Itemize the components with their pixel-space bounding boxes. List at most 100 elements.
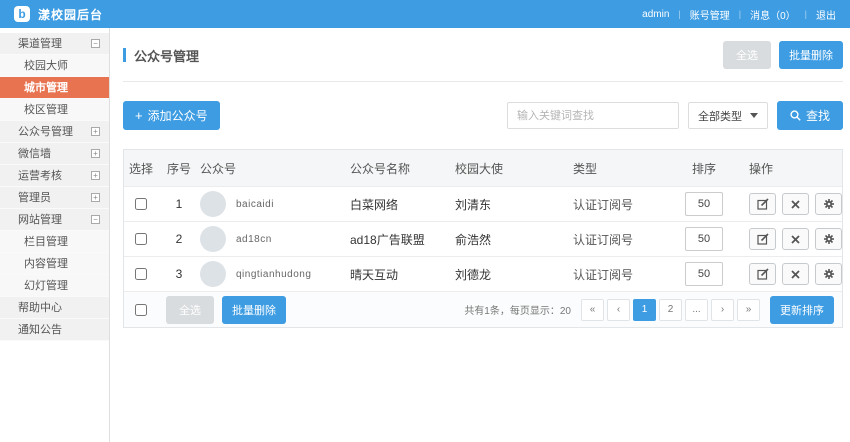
page-header-actions: 全选 批量删除 (723, 41, 843, 69)
sidebar-item-website-management[interactable]: 网站管理 − (0, 209, 109, 231)
settings-button[interactable] (815, 193, 842, 215)
table-toolbar: + 添加公众号 全部类型 查找 (123, 101, 843, 130)
page-header: 公众号管理 全选 批量删除 (123, 41, 843, 69)
pagination-page-2[interactable]: 2 (659, 299, 682, 321)
delete-button[interactable] (782, 193, 809, 215)
sort-order-input[interactable] (685, 262, 723, 286)
row-checkbox[interactable] (135, 268, 147, 280)
update-sort-button[interactable]: 更新排序 (770, 296, 834, 324)
edit-icon (757, 198, 769, 210)
expand-icon[interactable]: + (91, 127, 100, 136)
sidebar-item-wechat-wall[interactable]: 微信墙 + (0, 143, 109, 165)
search-button-label: 查找 (806, 107, 830, 124)
keyword-search-input[interactable] (507, 102, 679, 129)
expand-icon[interactable]: + (91, 171, 100, 180)
type-filter-value: 全部类型 (698, 108, 742, 124)
table-header-row: 选择 序号 公众号 公众号名称 校园大使 类型 排序 操作 (124, 150, 842, 186)
sidebar-item-label: 校区管理 (24, 104, 68, 116)
separator: | (678, 9, 680, 19)
collapse-icon[interactable]: − (91, 39, 100, 48)
close-icon (791, 200, 800, 209)
pagination-next[interactable]: › (711, 299, 734, 321)
table-row: 1 baicaidi 白菜网络 刘清东 认证订阅号 (124, 186, 842, 221)
pagination-ellipsis[interactable]: ... (685, 299, 708, 321)
select-all-button[interactable]: 全选 (723, 41, 771, 69)
type-filter-select[interactable]: 全部类型 (688, 102, 768, 129)
settings-button[interactable] (815, 263, 842, 285)
sidebar-item-campus-master[interactable]: 校园大师 (0, 55, 109, 77)
sidebar-item-administrators[interactable]: 管理员 + (0, 187, 109, 209)
sidebar-item-announcements[interactable]: 通知公告 (0, 319, 109, 341)
user-name[interactable]: admin (642, 9, 669, 20)
plus-icon: + (135, 111, 143, 121)
footer-bulk-actions: 全选 批量删除 (124, 296, 286, 324)
account-id: ad18cn (236, 234, 272, 245)
header-index: 序号 (158, 160, 200, 177)
separator: | (739, 9, 741, 19)
select-all-checkbox[interactable] (135, 304, 147, 316)
pagination-page-1[interactable]: 1 (633, 299, 656, 321)
settings-button[interactable] (815, 228, 842, 250)
top-bar: b 漾校园后台 admin | 账号管理 | 消息（0） | 退出 (0, 0, 850, 28)
row-checkbox[interactable] (135, 233, 147, 245)
sidebar-item-official-account-management[interactable]: 公众号管理 + (0, 121, 109, 143)
sidebar-item-label: 城市管理 (24, 82, 68, 94)
header-divider (123, 81, 843, 82)
sidebar-item-label: 微信墙 (18, 148, 51, 160)
search-button[interactable]: 查找 (777, 101, 843, 130)
footer-pagination-area: 共有1条，每页显示：20 « ‹ 1 2 ... › » 更新排序 (464, 296, 834, 324)
delete-button[interactable] (782, 263, 809, 285)
expand-icon[interactable]: + (91, 193, 100, 202)
sidebar-item-label: 校园大师 (24, 60, 68, 72)
pagination-last[interactable]: » (737, 299, 760, 321)
header-account-name: 公众号名称 (350, 160, 455, 177)
edit-button[interactable] (749, 263, 776, 285)
sidebar-item-city-management[interactable]: 城市管理 (0, 77, 109, 99)
gear-icon (823, 233, 835, 245)
gear-icon (823, 268, 835, 280)
delete-button[interactable] (782, 228, 809, 250)
accounts-table: 选择 序号 公众号 公众号名称 校园大使 类型 排序 操作 1 baicaidi… (123, 149, 843, 328)
sidebar-item-label: 内容管理 (24, 258, 68, 270)
account-management-link[interactable]: 账号管理 (690, 7, 730, 22)
sidebar-item-slideshow-management[interactable]: 幻灯管理 (0, 275, 109, 297)
account-type: 认证订阅号 (573, 231, 673, 248)
logout-link[interactable]: 退出 (816, 7, 836, 22)
add-button-label: 添加公众号 (148, 107, 208, 124)
add-official-account-button[interactable]: + 添加公众号 (123, 101, 220, 130)
sidebar-item-help-center[interactable]: 帮助中心 (0, 297, 109, 319)
sort-order-input[interactable] (685, 227, 723, 251)
account-type: 认证订阅号 (573, 196, 673, 213)
edit-button[interactable] (749, 193, 776, 215)
row-checkbox[interactable] (135, 198, 147, 210)
batch-delete-button[interactable]: 批量删除 (779, 41, 843, 69)
table-row: 3 qingtianhudong 晴天互动 刘德龙 认证订阅号 (124, 256, 842, 291)
ambassador-name: 刘德龙 (455, 266, 573, 283)
edit-button[interactable] (749, 228, 776, 250)
header-select: 选择 (124, 160, 158, 177)
sort-order-input[interactable] (685, 192, 723, 216)
header-actions: 操作 (735, 160, 842, 177)
pagination-prev[interactable]: ‹ (607, 299, 630, 321)
messages-link[interactable]: 消息（0） (750, 7, 796, 22)
app-logo-icon: b (14, 6, 30, 22)
account-avatar (200, 226, 226, 252)
sidebar-item-column-management[interactable]: 栏目管理 (0, 231, 109, 253)
topbar-user-area: admin | 账号管理 | 消息（0） | 退出 (642, 7, 836, 22)
account-id: qingtianhudong (236, 269, 311, 280)
sidebar-item-content-management[interactable]: 内容管理 (0, 253, 109, 275)
row-index: 1 (158, 197, 200, 211)
sidebar-item-campus-management[interactable]: 校区管理 (0, 99, 109, 121)
page-title: 公众号管理 (134, 46, 199, 65)
header-account: 公众号 (200, 160, 350, 177)
header-type: 类型 (573, 160, 673, 177)
separator: | (805, 9, 807, 19)
footer-select-all-button[interactable]: 全选 (166, 296, 214, 324)
sidebar-item-channel-management[interactable]: 渠道管理 − (0, 33, 109, 55)
sidebar-item-label: 管理员 (18, 192, 51, 204)
pagination-first[interactable]: « (581, 299, 604, 321)
expand-icon[interactable]: + (91, 149, 100, 158)
collapse-icon[interactable]: − (91, 215, 100, 224)
footer-batch-delete-button[interactable]: 批量删除 (222, 296, 286, 324)
sidebar-item-operation-assessment[interactable]: 运营考核 + (0, 165, 109, 187)
